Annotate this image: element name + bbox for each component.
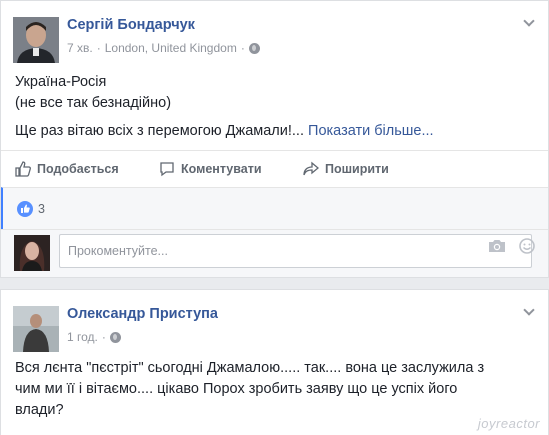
post-location[interactable]: London, United Kingdom: [105, 41, 237, 55]
post-text-line: (не все так безнадійно): [15, 95, 172, 111]
comment-input[interactable]: Прокоментуйте...: [59, 234, 532, 268]
share-arrow-icon: [303, 161, 319, 176]
author-name[interactable]: Сергій Бондарчук: [67, 17, 195, 33]
post-text-line: влади?: [15, 402, 64, 418]
comment-label: Коментувати: [181, 162, 262, 176]
author-name[interactable]: Олександр Приступа: [67, 306, 218, 322]
camera-icon[interactable]: [488, 238, 506, 254]
post-text-line: Вся лєнта "пєстріт" сьогодні Джамалою...…: [15, 360, 485, 376]
thumbs-up-icon: [15, 161, 31, 177]
watermark: joyreactor: [477, 416, 540, 431]
share-label: Поширити: [325, 162, 389, 176]
post-meta: 7 хв. · London, United Kingdom ·: [67, 41, 260, 55]
globe-icon[interactable]: [248, 42, 260, 54]
comment-button[interactable]: Коментувати: [159, 151, 262, 187]
post-text-extra: Ще раз вітаю всіх з перемогою Джамали!..…: [15, 123, 304, 139]
meta-separator: ·: [101, 330, 106, 344]
see-more-link[interactable]: Показати більше...: [308, 123, 434, 139]
globe-icon[interactable]: [109, 331, 121, 343]
meta-separator: ·: [96, 41, 101, 55]
comment-composer: Прокоментуйте...: [1, 229, 548, 277]
meta-separator: ·: [240, 41, 245, 55]
reaction-count[interactable]: 3: [38, 202, 45, 216]
chevron-down-icon[interactable]: [524, 17, 534, 27]
smiley-icon[interactable]: [518, 238, 536, 254]
author-avatar[interactable]: [13, 306, 59, 352]
reactions-bar[interactable]: 3: [1, 187, 548, 229]
post-meta: 1 год. ·: [67, 330, 121, 344]
like-button[interactable]: Подобається: [15, 151, 119, 187]
post-time[interactable]: 7 хв.: [67, 41, 93, 55]
like-label: Подобається: [37, 162, 119, 176]
post-time[interactable]: 1 год.: [67, 330, 98, 344]
share-button[interactable]: Поширити: [303, 151, 389, 187]
like-reaction-icon: [17, 201, 33, 217]
author-avatar[interactable]: [13, 17, 59, 63]
post-card: Сергій Бондарчук 7 хв. · London, United …: [0, 0, 549, 278]
action-bar: Подобається Коментувати Поширити: [1, 150, 548, 186]
post-text-line: чим ми її і вітаємо.... цікаво Порох зро…: [15, 381, 458, 397]
post-text-line: Україна-Росія: [15, 74, 107, 90]
speech-bubble-icon: [160, 162, 174, 177]
post-card: Олександр Приступа 1 год. · Вся лєнта "п…: [0, 289, 549, 435]
viewer-avatar[interactable]: [14, 235, 50, 271]
chevron-down-icon[interactable]: [524, 306, 534, 316]
post-text-line: Ще раз вітаю всіх з перемогою Джамали!..…: [15, 122, 434, 141]
